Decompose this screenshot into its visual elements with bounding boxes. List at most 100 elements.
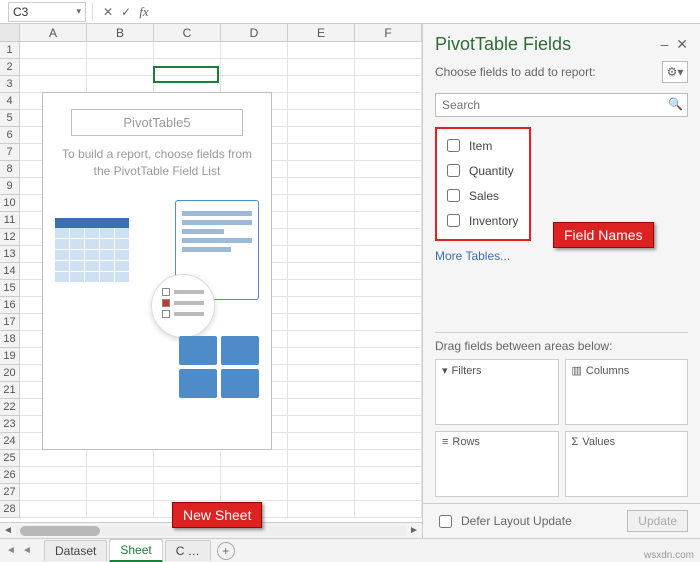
- cell[interactable]: [355, 297, 422, 314]
- row-header[interactable]: 24: [0, 433, 20, 450]
- scroll-right-icon[interactable]: ►: [406, 525, 422, 536]
- cell[interactable]: [87, 467, 154, 484]
- cell[interactable]: [355, 42, 422, 59]
- cell[interactable]: [288, 42, 355, 59]
- row-header[interactable]: 22: [0, 399, 20, 416]
- search-icon[interactable]: 🔍: [668, 97, 683, 111]
- panel-close-icon[interactable]: ✕: [676, 36, 688, 53]
- columns-area[interactable]: ▥Columns: [565, 359, 689, 425]
- cell[interactable]: [288, 331, 355, 348]
- row-header[interactable]: 20: [0, 365, 20, 382]
- cell[interactable]: [288, 467, 355, 484]
- cell[interactable]: [288, 144, 355, 161]
- row-header[interactable]: 18: [0, 331, 20, 348]
- cell[interactable]: [20, 501, 87, 518]
- cell[interactable]: [154, 450, 221, 467]
- cancel-formula-button[interactable]: ✕: [99, 3, 117, 21]
- field-checkbox[interactable]: [447, 214, 460, 227]
- cell[interactable]: [288, 229, 355, 246]
- formula-input[interactable]: [153, 2, 700, 21]
- cell[interactable]: [288, 484, 355, 501]
- cell[interactable]: [221, 450, 288, 467]
- cell[interactable]: [154, 59, 221, 76]
- cell[interactable]: [20, 59, 87, 76]
- cell[interactable]: [288, 365, 355, 382]
- gear-icon[interactable]: ⚙ ▾: [662, 61, 688, 83]
- cell[interactable]: [355, 246, 422, 263]
- row-header[interactable]: 7: [0, 144, 20, 161]
- row-header[interactable]: 8: [0, 161, 20, 178]
- cell[interactable]: [355, 93, 422, 110]
- cell[interactable]: [221, 42, 288, 59]
- cell[interactable]: [288, 450, 355, 467]
- cell[interactable]: [221, 484, 288, 501]
- select-all-corner[interactable]: [0, 24, 20, 41]
- confirm-formula-button[interactable]: ✓: [117, 3, 135, 21]
- cell[interactable]: [288, 59, 355, 76]
- cell[interactable]: [288, 161, 355, 178]
- cell[interactable]: [355, 144, 422, 161]
- cell[interactable]: [288, 382, 355, 399]
- cell[interactable]: [87, 484, 154, 501]
- cell[interactable]: [154, 42, 221, 59]
- add-sheet-button[interactable]: +: [217, 542, 235, 560]
- spreadsheet-grid[interactable]: A B C D E F 1234567891011121314151617181…: [0, 24, 422, 522]
- field-checkbox[interactable]: [447, 164, 460, 177]
- cell[interactable]: [355, 399, 422, 416]
- row-header[interactable]: 28: [0, 501, 20, 518]
- cell[interactable]: [288, 246, 355, 263]
- cell[interactable]: [20, 76, 87, 93]
- cell[interactable]: [355, 416, 422, 433]
- col-header[interactable]: F: [355, 24, 422, 41]
- cell[interactable]: [355, 195, 422, 212]
- cell[interactable]: [154, 76, 221, 93]
- cell[interactable]: [154, 467, 221, 484]
- row-header[interactable]: 6: [0, 127, 20, 144]
- tab-nav-first[interactable]: ◄: [4, 545, 18, 556]
- row-header[interactable]: 1: [0, 42, 20, 59]
- cell[interactable]: [20, 484, 87, 501]
- scroll-thumb[interactable]: [20, 526, 100, 536]
- chevron-down-icon[interactable]: ▾: [76, 6, 81, 17]
- cell[interactable]: [288, 314, 355, 331]
- field-item[interactable]: Quantity: [443, 158, 523, 183]
- cell[interactable]: [355, 229, 422, 246]
- row-header[interactable]: 11: [0, 212, 20, 229]
- row-header[interactable]: 16: [0, 297, 20, 314]
- cell[interactable]: [355, 467, 422, 484]
- fx-button[interactable]: fx: [135, 3, 153, 21]
- row-header[interactable]: 15: [0, 280, 20, 297]
- cell[interactable]: [221, 59, 288, 76]
- cell[interactable]: [355, 314, 422, 331]
- cell[interactable]: [355, 450, 422, 467]
- cell[interactable]: [288, 195, 355, 212]
- rows-area[interactable]: ≡Rows: [435, 431, 559, 497]
- defer-layout-checkbox[interactable]: Defer Layout Update: [435, 512, 572, 531]
- row-header[interactable]: 21: [0, 382, 20, 399]
- cell[interactable]: [355, 76, 422, 93]
- fields-search-input[interactable]: [435, 93, 688, 117]
- cell[interactable]: [288, 93, 355, 110]
- cell[interactable]: [288, 76, 355, 93]
- row-header[interactable]: 2: [0, 59, 20, 76]
- cell[interactable]: [288, 297, 355, 314]
- row-header[interactable]: 3: [0, 76, 20, 93]
- cell[interactable]: [355, 110, 422, 127]
- cell[interactable]: [288, 399, 355, 416]
- row-header[interactable]: 10: [0, 195, 20, 212]
- cell[interactable]: [87, 42, 154, 59]
- field-checkbox[interactable]: [447, 139, 460, 152]
- row-header[interactable]: 9: [0, 178, 20, 195]
- cell[interactable]: [20, 42, 87, 59]
- cell[interactable]: [87, 59, 154, 76]
- field-item[interactable]: Sales: [443, 183, 523, 208]
- cell[interactable]: [221, 76, 288, 93]
- cell[interactable]: [154, 484, 221, 501]
- cell[interactable]: [288, 110, 355, 127]
- update-button[interactable]: Update: [627, 510, 688, 532]
- cell[interactable]: [221, 467, 288, 484]
- cell[interactable]: [355, 59, 422, 76]
- col-header[interactable]: D: [221, 24, 288, 41]
- cell[interactable]: [355, 331, 422, 348]
- name-box[interactable]: C3 ▾: [8, 2, 86, 22]
